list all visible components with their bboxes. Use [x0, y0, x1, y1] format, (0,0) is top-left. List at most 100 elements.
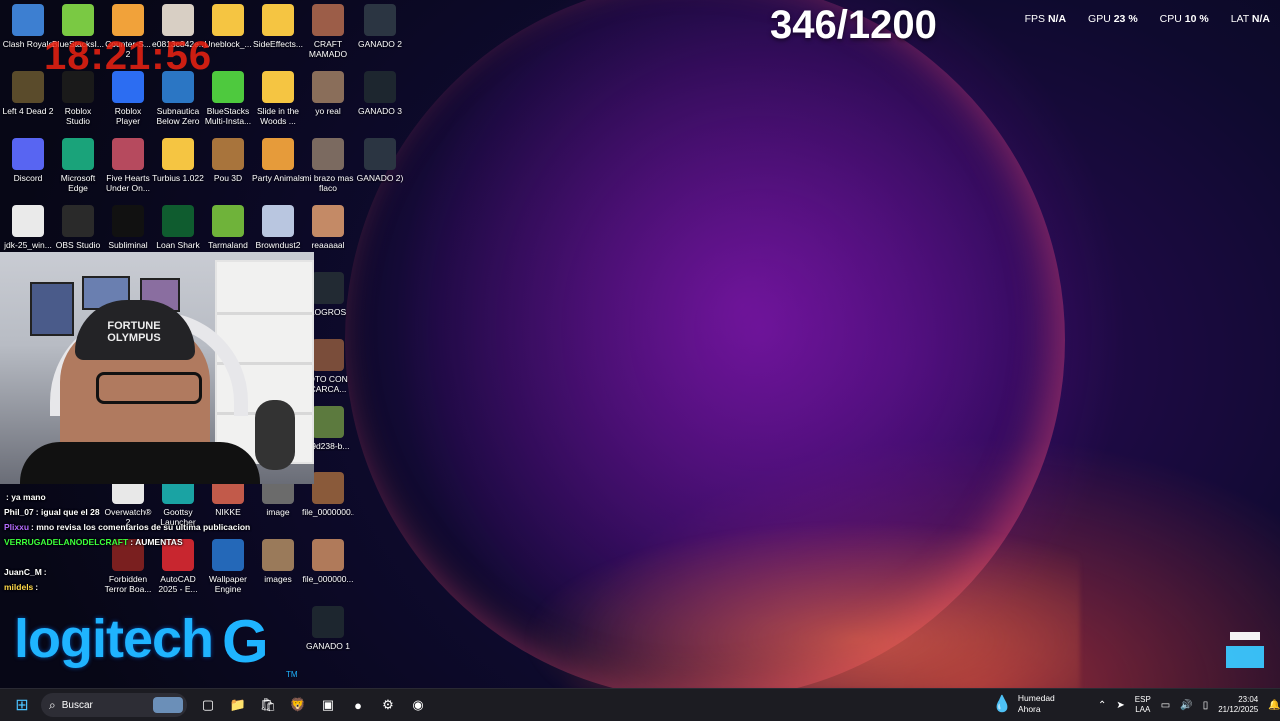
desktop-icon-label: NIKKE: [215, 507, 241, 517]
network-icon[interactable]: ▭: [1161, 700, 1170, 711]
image-file-icon: [312, 472, 344, 504]
chat-username: Plixxu: [4, 522, 30, 532]
language-indicator[interactable]: ESP LAA: [1135, 695, 1151, 715]
microphone: [255, 400, 295, 470]
desktop-icon-label: Discord: [13, 173, 43, 183]
desktop-icon[interactable]: SideEffects...: [252, 4, 304, 49]
desktop-icon[interactable]: Microsoft Edge: [52, 138, 104, 193]
desktop-icon-label: GANADO 3: [358, 106, 402, 116]
chat-message: Phil_07: igual que el 28: [4, 507, 100, 517]
weather-widget[interactable]: 💧 Humedad Ahora: [992, 693, 1055, 715]
desktop-icon-label: Five Hearts Under On...: [106, 173, 150, 193]
settings-icon[interactable]: ⚙: [374, 691, 402, 719]
taskbar: ⊞ ⌕ Buscar ▢ 📁 🛍 🦁 ▣ ● ⚙ ◉ 💧 Humedad Ahora ⌃ ➤ …: [0, 688, 1280, 721]
brave-icon[interactable]: 🦁: [284, 691, 312, 719]
desktop-icon[interactable]: Roblox Studio: [52, 71, 104, 126]
search-box[interactable]: ⌕ Buscar: [41, 693, 187, 717]
desktop-icon[interactable]: OBS Studio: [52, 205, 104, 250]
desktop-icon[interactable]: Party Animals: [252, 138, 304, 183]
start-button[interactable]: ⊞: [8, 691, 36, 719]
desktop-icon[interactable]: Forbidden Terror Boa...: [102, 539, 154, 594]
bluestacks-icon: [62, 4, 94, 36]
battery-icon[interactable]: ▯: [1203, 700, 1209, 711]
notification-icon[interactable]: 🔔: [1268, 700, 1280, 711]
desktop-icon[interactable]: images: [252, 539, 304, 584]
taskbar-apps: ▢ 📁 🛍 🦁 ▣ ● ⚙ ◉: [193, 691, 433, 719]
image-file-icon: [312, 406, 344, 438]
latency-stat: LAT N/A: [1230, 13, 1270, 25]
desktop-icon-label: SideEffects...: [253, 39, 303, 49]
discord-icon[interactable]: ●: [344, 691, 372, 719]
obs-icon[interactable]: ◉: [404, 691, 432, 719]
desktop-icon[interactable]: AutoCAD 2025 - E...: [152, 539, 204, 594]
desktop-icon[interactable]: Turbius 1.022: [152, 138, 204, 183]
chevron-up-icon[interactable]: ⌃: [1098, 700, 1106, 711]
desktop-icon-label: GANADO 1: [306, 641, 350, 651]
task-view-icon[interactable]: ▢: [194, 691, 222, 719]
obs-icon: [62, 205, 94, 237]
desktop-icon[interactable]: CRAFT MAMADO: [302, 4, 354, 59]
image-file-icon: [162, 4, 194, 36]
desktop-icon[interactable]: Wallpaper Engine: [202, 539, 254, 594]
file-explorer-icon[interactable]: 📁: [224, 691, 252, 719]
desktop-icon-label: Subliminal: [108, 240, 148, 250]
volume-icon[interactable]: 🔊: [1180, 700, 1192, 711]
desktop-icon[interactable]: Roblox Player: [102, 71, 154, 126]
chat-text: : mno revisa los comentarios de su ultim…: [31, 522, 251, 532]
desktop-icon-label: Tarmaland: [208, 240, 248, 250]
chat-text: :: [43, 567, 47, 577]
microsoft-store-icon[interactable]: 🛍: [254, 691, 282, 719]
party-animals-icon: [262, 138, 294, 170]
desktop-icon[interactable]: GANADO 2: [354, 4, 406, 49]
chat-message: : ya mano: [4, 492, 46, 502]
desktop-icon[interactable]: GANADO 3: [354, 71, 406, 116]
image-file-icon: [312, 539, 344, 571]
pou-icon: [212, 138, 244, 170]
chat-username: JuanC_M: [4, 567, 42, 577]
trademark-mark: TM: [286, 670, 298, 679]
image-file-icon: [312, 138, 344, 170]
edge-icon: [62, 138, 94, 170]
desktop-icon[interactable]: Loan Shark: [152, 205, 204, 250]
desktop-icon[interactable]: Pou 3D: [202, 138, 254, 183]
webcam-feed: FORTUNE OLYMPUS: [0, 252, 314, 484]
search-highlight-icon: [153, 697, 183, 713]
image-file-icon: [312, 4, 344, 36]
tarmaland-icon: [212, 205, 244, 237]
system-tray: ⌃ ➤ ESP LAA ▭ 🔊 ▯ 23:04 21/12/2025 🔔: [1098, 689, 1280, 721]
progress-counter: 346/1200: [770, 3, 937, 47]
desktop-icon-label: AutoCAD 2025 - E...: [158, 574, 198, 594]
desktop-icon[interactable]: file_000000...: [302, 539, 354, 584]
loan-shark-icon: [162, 205, 194, 237]
desktop-icon[interactable]: jdk-25_win...: [2, 205, 54, 250]
desktop-icon[interactable]: Five Hearts Under On...: [102, 138, 154, 193]
clock[interactable]: 23:04 21/12/2025: [1218, 695, 1258, 715]
desktop-icon[interactable]: Tarmaland: [202, 205, 254, 250]
timer-overlay: 18:21:56: [44, 34, 213, 78]
desktop-icon[interactable]: mi brazo mas flaco: [302, 138, 354, 193]
desktop-icon[interactable]: Slide in the Woods ...: [252, 71, 304, 126]
java-icon: [12, 205, 44, 237]
desktop-icon-label: yo real: [315, 106, 341, 116]
wallpaper-engine-icon: [212, 539, 244, 571]
desktop-icon[interactable]: Browndust2: [252, 205, 304, 250]
weather-title: Humedad: [1017, 693, 1055, 703]
desktop-icon[interactable]: BlueStacks Multi-Insta...: [202, 71, 254, 126]
desktop-icon[interactable]: Discord: [2, 138, 54, 183]
search-icon: ⌕: [49, 697, 56, 712]
desktop-icon[interactable]: Subnautica Below Zero: [152, 71, 204, 126]
desktop-icon-label: jdk-25_win...: [4, 240, 52, 250]
image-file-icon: [312, 71, 344, 103]
video-app-icon[interactable]: ▣: [314, 691, 342, 719]
desktop-icon[interactable]: Subliminal: [102, 205, 154, 250]
desktop-icon[interactable]: yo real: [302, 71, 354, 116]
desktop-icon[interactable]: GANADO 2): [354, 138, 406, 183]
location-icon[interactable]: ➤: [1116, 700, 1124, 711]
folder-icon: [162, 138, 194, 170]
screenshot-icon: [312, 272, 344, 304]
desktop-icon[interactable]: reaaaaal: [302, 205, 354, 250]
mascot-sticker: [1222, 626, 1268, 678]
chat-username: VERRUGADELANODELCRAFT: [4, 537, 129, 547]
desktop-icon[interactable]: GANADO 1: [302, 606, 354, 651]
chat-text: : ya mano: [6, 492, 46, 502]
